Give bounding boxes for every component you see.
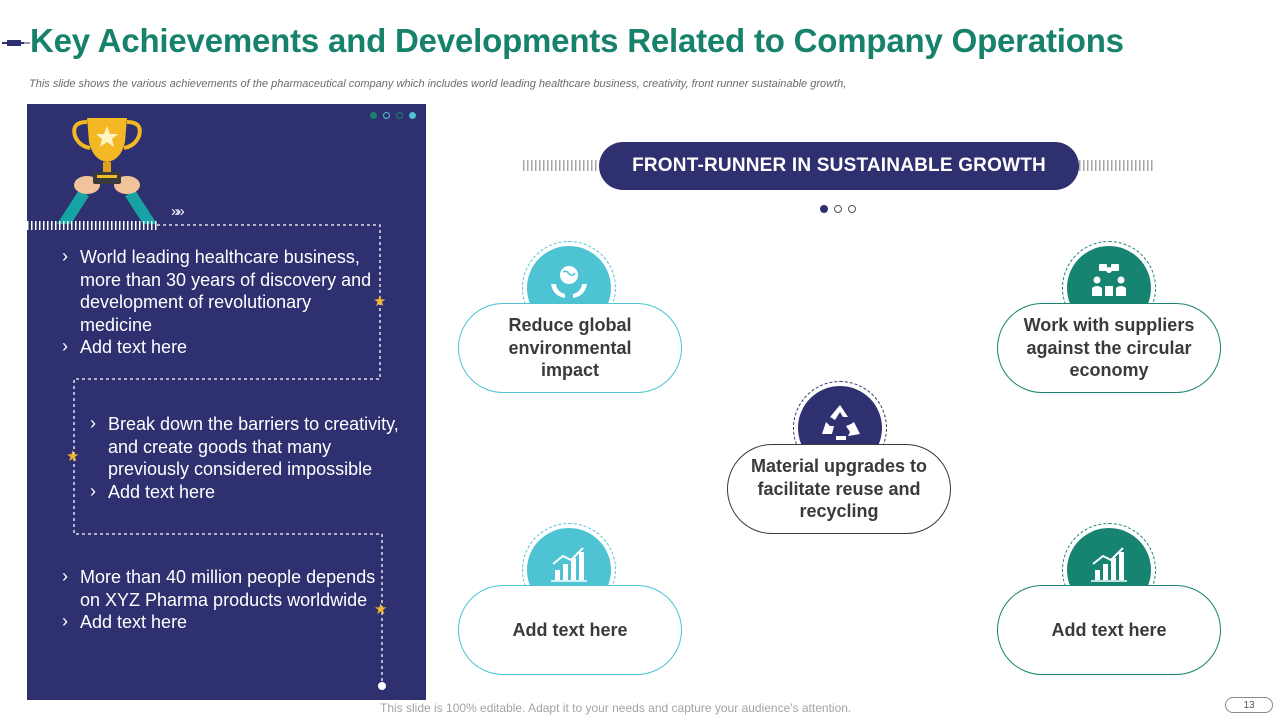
footer-note: This slide is 100% editable. Adapt it to… <box>380 701 852 715</box>
banner-dots <box>820 205 856 213</box>
slide-subtitle: This slide shows the various achievement… <box>29 78 847 90</box>
banner-title: FRONT-RUNNER IN SUSTAINABLE GROWTH <box>599 142 1079 190</box>
achievement-group-1: World leading healthcare business, more … <box>62 245 382 359</box>
banner-tick-right <box>1079 160 1155 171</box>
node-suppliers: Work with suppliers against the circular… <box>997 303 1221 393</box>
list-item: Add text here <box>62 335 382 359</box>
list-item: World leading healthcare business, more … <box>62 245 382 336</box>
banner-tick-left <box>523 160 599 171</box>
node-reduce-impact: Reduce global environmental impact <box>458 303 682 393</box>
achievement-group-2: Break down the barriers to creativity, a… <box>90 412 415 504</box>
dot-icon <box>834 205 842 213</box>
list-item: Add text here <box>90 480 415 504</box>
achievements-panel: »» ★ ★ ★ World leading healthcare busine… <box>27 104 426 700</box>
node-bottom-right: Add text here <box>997 585 1221 675</box>
node-material-upgrades: Material upgrades to facilitate reuse an… <box>727 444 951 534</box>
dot-icon <box>848 205 856 213</box>
list-item: Add text here <box>62 610 382 634</box>
star-icon: ★ <box>66 448 80 465</box>
title-accent-icon <box>2 40 30 46</box>
list-item: Break down the barriers to creativity, a… <box>90 412 415 481</box>
node-bottom-left: Add text here <box>458 585 682 675</box>
page-number: 13 <box>1225 697 1273 713</box>
list-item: More than 40 million people depends on X… <box>62 565 382 611</box>
slide-title: Key Achievements and Developments Relate… <box>30 22 1124 59</box>
achievement-group-3: More than 40 million people depends on X… <box>62 565 382 634</box>
dot-icon <box>820 205 828 213</box>
